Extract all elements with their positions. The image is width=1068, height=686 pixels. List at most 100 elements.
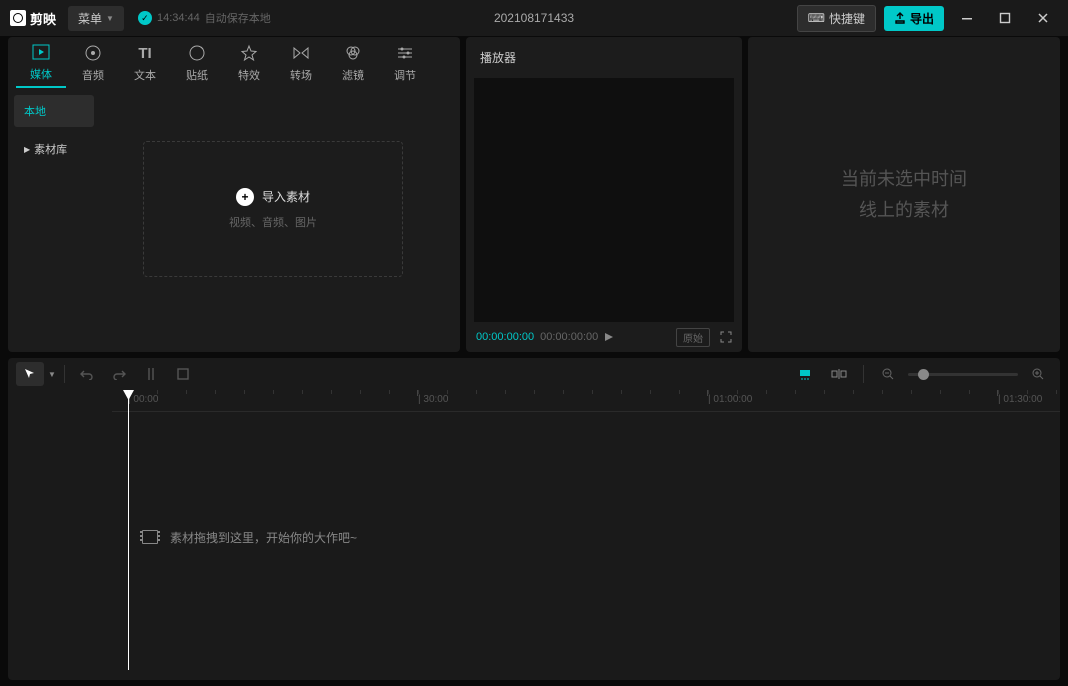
close-button[interactable] bbox=[1028, 3, 1058, 33]
logo-icon bbox=[10, 10, 26, 26]
maximize-button[interactable] bbox=[990, 3, 1020, 33]
adjust-icon bbox=[395, 43, 415, 63]
timeline-ruler[interactable]: | 00:00 | 30:00 | 01:00:00 | 01:30:00 bbox=[112, 390, 1060, 412]
sidebar-item-local[interactable]: 本地 bbox=[14, 95, 94, 127]
snap-icon bbox=[797, 367, 813, 381]
minimize-button[interactable] bbox=[952, 3, 982, 33]
tab-sticker[interactable]: 贴纸 bbox=[172, 39, 222, 87]
player-panel: 播放器 00:00:00:00 00:00:00:00 原始 bbox=[466, 37, 742, 352]
timeline[interactable]: | 00:00 | 30:00 | 01:00:00 | 01:30:00 素材拖拽到… bbox=[8, 390, 1060, 680]
split-button[interactable] bbox=[137, 362, 165, 386]
total-timecode: 00:00:00:00 bbox=[540, 331, 598, 343]
autosave-text: 自动保存本地 bbox=[205, 10, 271, 26]
media-body: 本地 ▶ 素材库 + 导入素材 视频、音频、图片 bbox=[8, 89, 460, 352]
inspector-empty-line1: 当前未选中时间 bbox=[841, 164, 967, 195]
split-icon bbox=[145, 367, 157, 381]
zoom-slider[interactable] bbox=[908, 373, 1018, 376]
import-subtitle: 视频、音频、图片 bbox=[229, 214, 317, 230]
player-controls: 00:00:00:00 00:00:00:00 原始 bbox=[466, 322, 742, 352]
film-icon bbox=[142, 530, 158, 544]
audio-icon bbox=[83, 43, 103, 63]
chevron-down-icon: ▼ bbox=[106, 14, 114, 23]
tab-label: 特效 bbox=[238, 67, 260, 83]
aspect-ratio-button[interactable]: 原始 bbox=[676, 328, 710, 347]
asset-tabs: 媒体 音频 TI 文本 贴纸 特效 转场 bbox=[8, 37, 460, 89]
cursor-icon bbox=[23, 367, 37, 381]
import-title: 导入素材 bbox=[262, 188, 310, 205]
sidebar-item-library[interactable]: ▶ 素材库 bbox=[14, 133, 94, 165]
inspector-empty: 当前未选中时间 线上的素材 bbox=[748, 37, 1060, 352]
app-name: 剪映 bbox=[30, 9, 56, 28]
player-title: 播放器 bbox=[466, 37, 742, 78]
menu-label: 菜单 bbox=[78, 10, 102, 27]
ruler-tick: | 30:00 bbox=[418, 394, 448, 405]
player-viewport[interactable] bbox=[474, 78, 734, 322]
minimize-icon bbox=[961, 12, 973, 24]
inspector-empty-line2: 线上的素材 bbox=[841, 195, 967, 226]
sticker-icon bbox=[187, 43, 207, 63]
zoom-thumb[interactable] bbox=[918, 369, 929, 380]
inspector-panel: 当前未选中时间 线上的素材 bbox=[748, 37, 1060, 352]
undo-icon bbox=[80, 368, 94, 380]
export-icon bbox=[894, 12, 906, 24]
redo-button[interactable] bbox=[105, 362, 133, 386]
sidebar-item-label: 本地 bbox=[24, 103, 46, 119]
import-area: + 导入素材 视频、音频、图片 bbox=[100, 89, 460, 352]
tab-label: 文本 bbox=[134, 67, 156, 83]
zoom-in-icon bbox=[1031, 367, 1045, 381]
app-logo: 剪映 bbox=[10, 9, 56, 28]
zoom-out-button[interactable] bbox=[874, 362, 902, 386]
autosave-status: ✓ 14:34:44 自动保存本地 bbox=[138, 10, 271, 26]
ruler-tick: | 01:00:00 bbox=[708, 394, 752, 405]
autosave-time: 14:34:44 bbox=[157, 12, 200, 24]
import-title-row: + 导入素材 bbox=[236, 188, 310, 206]
maximize-icon bbox=[999, 12, 1011, 24]
play-button[interactable] bbox=[604, 332, 614, 342]
titlebar: 剪映 菜单 ▼ ✓ 14:34:44 自动保存本地 202108171433 ⌨… bbox=[0, 0, 1068, 36]
project-title: 202108171433 bbox=[494, 11, 574, 25]
tab-filter[interactable]: 滤镜 bbox=[328, 39, 378, 87]
export-label: 导出 bbox=[910, 10, 934, 27]
toolbar-right bbox=[791, 362, 1052, 386]
track-area[interactable]: 素材拖拽到这里，开始你的大作吧~ bbox=[8, 412, 1060, 662]
export-button[interactable]: 导出 bbox=[884, 6, 944, 31]
current-timecode: 00:00:00:00 bbox=[476, 331, 534, 343]
redo-icon bbox=[112, 368, 126, 380]
tab-label: 滤镜 bbox=[342, 67, 364, 83]
fullscreen-button[interactable] bbox=[720, 331, 732, 343]
shortcuts-button[interactable]: ⌨ 快捷键 bbox=[797, 5, 876, 32]
track-hint: 素材拖拽到这里，开始你的大作吧~ bbox=[142, 529, 357, 546]
auto-snap-button[interactable] bbox=[791, 362, 819, 386]
crop-icon bbox=[176, 367, 190, 381]
import-dropzone[interactable]: + 导入素材 视频、音频、图片 bbox=[143, 141, 403, 277]
chevron-down-icon[interactable]: ▼ bbox=[48, 370, 56, 379]
tab-audio[interactable]: 音频 bbox=[68, 39, 118, 87]
media-sidebar: 本地 ▶ 素材库 bbox=[8, 89, 100, 352]
tab-adjust[interactable]: 调节 bbox=[380, 39, 430, 87]
plus-icon: + bbox=[236, 188, 254, 206]
ruler-tick: | 01:30:00 bbox=[998, 394, 1042, 405]
zoom-out-icon bbox=[881, 367, 895, 381]
player-foot-right: 原始 bbox=[676, 328, 732, 347]
titlebar-right: ⌨ 快捷键 导出 bbox=[797, 3, 1058, 33]
crop-button[interactable] bbox=[169, 362, 197, 386]
tab-label: 调节 bbox=[394, 67, 416, 83]
media-panel: 媒体 音频 TI 文本 贴纸 特效 转场 bbox=[8, 37, 460, 352]
sidebar-item-label: 素材库 bbox=[34, 141, 67, 157]
tab-transition[interactable]: 转场 bbox=[276, 39, 326, 87]
zoom-in-button[interactable] bbox=[1024, 362, 1052, 386]
align-icon bbox=[831, 368, 847, 380]
tab-text[interactable]: TI 文本 bbox=[120, 39, 170, 87]
upper-panels: 媒体 音频 TI 文本 贴纸 特效 转场 bbox=[0, 36, 1068, 352]
align-button[interactable] bbox=[825, 362, 853, 386]
filter-icon bbox=[343, 43, 363, 63]
timeline-toolbar: ▼ bbox=[8, 358, 1060, 390]
undo-button[interactable] bbox=[73, 362, 101, 386]
check-icon: ✓ bbox=[138, 11, 152, 25]
menu-button[interactable]: 菜单 ▼ bbox=[68, 6, 124, 31]
tab-effects[interactable]: 特效 bbox=[224, 39, 274, 87]
ruler-tick: | 00:00 bbox=[128, 394, 158, 405]
playhead[interactable] bbox=[128, 390, 129, 670]
tab-media[interactable]: 媒体 bbox=[16, 38, 66, 88]
select-tool[interactable] bbox=[16, 362, 44, 386]
